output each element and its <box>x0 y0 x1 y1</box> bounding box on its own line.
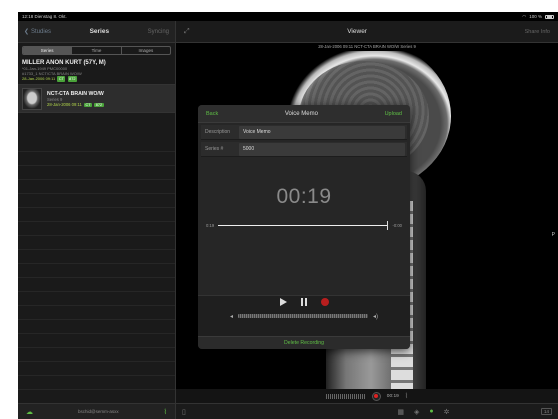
segment-time[interactable]: Time <box>72 47 122 54</box>
series-sidebar: ❮ Studies Series Syncing Series Time Ima… <box>18 21 176 419</box>
user-email: bschid@semm-asxx <box>78 409 119 414</box>
sidebar-title: Series <box>89 28 110 35</box>
delete-recording-button[interactable]: Delete Recording <box>198 336 410 349</box>
volume-low-icon: ◂ <box>230 313 234 320</box>
ipad-screen: 12:18 Dienstag 8. Okt. ◠ 100 % ❮ Studies… <box>18 12 558 419</box>
status-bar: 12:18 Dienstag 8. Okt. ◠ 100 % <box>18 12 558 21</box>
battery-text: 100 % <box>529 14 542 19</box>
series-list-item[interactable]: NCT-CTA BRAIN WO/W Series 9 28-Jan-2006 … <box>18 85 175 113</box>
orientation-marker: P <box>551 232 555 238</box>
sidebar-toolbar: ☁ bschid@semm-asxx ⌇ <box>18 403 175 419</box>
volume-slider: ◂ ◂) <box>230 312 378 320</box>
viewer-tools: ▦ ◈ ● ✲ <box>397 408 449 416</box>
status-time: 12:18 Dienstag 8. Okt. <box>22 14 67 19</box>
description-input[interactable]: Voice Memo <box>239 125 405 139</box>
back-button[interactable]: Back <box>206 111 218 117</box>
scrubber-knob[interactable] <box>387 220 389 230</box>
viewer-title: Viewer <box>347 28 367 35</box>
microphone-icon[interactable]: ● <box>429 408 433 416</box>
image-overlay-label: 28-Jan-2006 09:11 NCT-CTA BRAIN WO/W Ser… <box>318 44 416 49</box>
series-date-line: 28-Jan-2006 09:11 CT 872 <box>47 102 104 107</box>
pause-icon[interactable] <box>300 298 307 306</box>
series-thumbnail <box>22 87 42 110</box>
scrubber-track[interactable] <box>218 220 389 230</box>
expand-icon[interactable]: ⤢ <box>184 28 190 36</box>
description-label: Description <box>205 129 231 135</box>
share-info-button[interactable]: Share Info <box>525 29 550 35</box>
viewer-toolbar: ▯ ▦ ◈ ● ✲ 14 <box>176 403 558 419</box>
attachment-icon[interactable]: ⌇ <box>164 408 167 416</box>
cube-icon[interactable]: ◈ <box>414 408 419 416</box>
series-title: NCT-CTA BRAIN WO/W <box>47 90 104 97</box>
grid-icon[interactable]: ▦ <box>397 408 404 416</box>
chevron-left-icon: ❮ <box>24 29 30 35</box>
image-count-button[interactable]: 14 <box>540 408 552 415</box>
series-count-badge: 872 <box>94 102 104 107</box>
sidebar-toggle-icon[interactable]: ▯ <box>182 408 186 416</box>
battery-icon <box>545 14 554 19</box>
patient-header[interactable]: MILLER ANON KURT (57Y, M) *01-Jan-1949 P… <box>18 58 175 85</box>
image-count-badge: 872 <box>67 76 77 82</box>
wifi-icon: ◠ <box>522 13 527 19</box>
memo-timer: 00:19 <box>276 185 332 208</box>
patient-study-date: 28-Jan-2006 09:11 CT 872 <box>22 76 171 82</box>
settings-icon[interactable]: ✲ <box>444 408 450 416</box>
waveform-icon <box>325 393 366 399</box>
series-modality-badge: CT <box>84 102 93 107</box>
series-number-row: Series # 5000 <box>201 142 407 157</box>
paperclip-icon[interactable]: ⌇ <box>405 392 408 400</box>
remaining-time: -0:00 <box>392 222 402 228</box>
recording-time: 00:19 <box>386 393 399 399</box>
series-date: 28-Jan-2006 09:11 <box>47 101 82 107</box>
volume-track[interactable] <box>238 314 368 318</box>
segment-images[interactable]: Images <box>122 47 170 54</box>
voice-memo-title: Voice Memo <box>284 110 318 117</box>
description-row: Description Voice Memo <box>201 125 407 140</box>
segment-series[interactable]: Series <box>23 47 73 54</box>
empty-list-rows <box>18 138 175 403</box>
cloud-icon[interactable]: ☁ <box>26 408 33 416</box>
series-number-label: Series # <box>205 146 224 152</box>
elapsed-time: 0:19 <box>206 222 215 228</box>
viewer-nav-bar: ⤢ Viewer Share Info <box>176 21 558 43</box>
study-date: 28-Jan-2006 09:11 <box>22 76 56 81</box>
studies-back-label: Studies <box>31 28 52 35</box>
playback-controls <box>198 298 410 306</box>
play-icon[interactable] <box>279 298 287 306</box>
volume-high-icon: ◂) <box>372 313 378 320</box>
upload-button[interactable]: Upload <box>385 111 402 117</box>
voice-memo-dialog: Back Voice Memo Upload Description Voice… <box>198 105 410 349</box>
recording-bar: 00:19 ⌇ <box>176 389 558 403</box>
sidebar-nav-bar: ❮ Studies Series Syncing <box>18 21 175 43</box>
playback-scrubber: 0:19 -0:00 <box>206 220 402 230</box>
voice-memo-header: Back Voice Memo Upload <box>198 105 410 123</box>
record-button-icon[interactable] <box>320 298 329 306</box>
studies-back-button[interactable]: ❮ Studies <box>24 28 52 36</box>
sort-segmented-control: Series Time Images <box>22 46 171 55</box>
record-icon[interactable] <box>371 391 381 401</box>
modality-badge: CT <box>57 76 66 82</box>
series-info: NCT-CTA BRAIN WO/W Series 9 28-Jan-2006 … <box>47 91 104 107</box>
series-number-input[interactable]: 5000 <box>239 142 405 156</box>
syncing-status: Syncing <box>147 28 169 35</box>
